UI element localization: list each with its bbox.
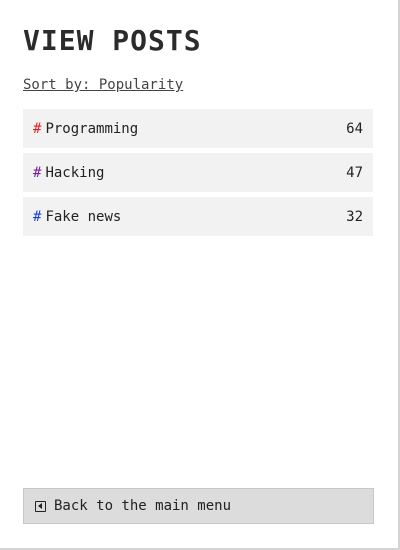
hash-icon: # (33, 120, 42, 137)
back-button-label: Back to the main menu (54, 498, 232, 514)
post-count: 32 (346, 208, 363, 225)
back-to-main-menu-button[interactable]: Back to the main menu (23, 488, 374, 524)
hash-icon: # (33, 164, 42, 181)
tag-row-hacking[interactable]: # Hacking 47 (23, 153, 373, 192)
post-count: 47 (346, 164, 363, 181)
tag-list: # Programming 64 # Hacking 47 # Fake new… (23, 109, 373, 241)
sort-link[interactable]: Sort by: Popularity (23, 77, 183, 93)
page-title: VIEW POSTS (23, 24, 202, 57)
post-count: 64 (346, 120, 363, 137)
tag-name: Fake news (45, 208, 122, 225)
tag-name: Hacking (45, 164, 105, 181)
tag-name: Programming (45, 120, 139, 137)
back-arrow-icon (35, 500, 46, 512)
tag-row-fake-news[interactable]: # Fake news 32 (23, 197, 373, 236)
tag-row-programming[interactable]: # Programming 64 (23, 109, 373, 148)
hash-icon: # (33, 208, 42, 225)
app-window: VIEW POSTS Sort by: Popularity # Program… (0, 0, 400, 550)
